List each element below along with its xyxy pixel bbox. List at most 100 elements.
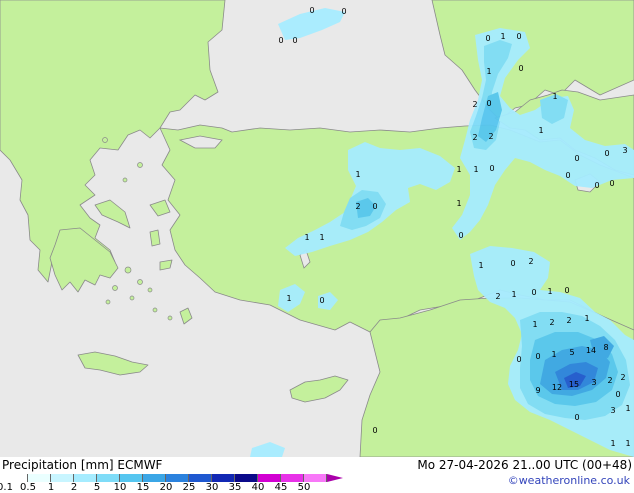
precip-value-label: 1: [478, 261, 483, 270]
precip-value-label: 1: [456, 199, 461, 208]
precip-value-label: 1: [610, 439, 615, 448]
legend-swatch: [258, 474, 281, 482]
precip-value-label: 1: [304, 233, 309, 242]
island-5: [147, 287, 153, 293]
precip-value-label: 1: [584, 314, 589, 323]
precip-value-label: 0: [564, 286, 569, 295]
precip-value-label: 0: [574, 154, 579, 163]
legend-tick-label: 5: [93, 482, 101, 493]
precip-value-label: 2: [528, 257, 533, 266]
legend-colorbar: [5, 474, 343, 482]
island-3: [112, 285, 118, 291]
precip-value-label: 0: [458, 231, 463, 240]
precip-value-label: 1: [625, 439, 630, 448]
legend-tick-label: 45: [274, 482, 288, 493]
precip-value-label: 0: [609, 179, 614, 188]
precip-value-label: 2: [488, 132, 493, 141]
island-7: [152, 307, 158, 313]
precip-value-label: 2: [355, 202, 360, 211]
legend-tick-label: 50: [297, 482, 311, 493]
island-11: [122, 177, 128, 183]
legend-swatch: [120, 474, 143, 482]
island-6: [105, 299, 111, 305]
precip-value-label: 3: [591, 378, 596, 387]
precip-value-label: 0: [518, 64, 523, 73]
precip-value-label: 1: [538, 126, 543, 135]
island-9: [102, 137, 108, 143]
precip-value-label: 2: [549, 318, 554, 327]
precip-value-label: 0: [615, 390, 620, 399]
precip-value-label: 0: [341, 7, 346, 16]
precip-value-label: 2: [607, 376, 612, 385]
island-10: [137, 162, 143, 168]
precip-value-label: 1: [547, 287, 552, 296]
island-1: [124, 266, 132, 274]
map-title: Precipitation [mm] ECMWF: [2, 458, 163, 472]
legend-swatch: [5, 474, 28, 482]
legend-tick-label: 15: [136, 482, 150, 493]
legend-swatch: [304, 474, 327, 482]
precip-value-label: 2: [566, 316, 571, 325]
legend-swatch: [28, 474, 51, 482]
precip-value-label: 0: [594, 181, 599, 190]
legend-swatch: [51, 474, 74, 482]
credit-link[interactable]: ©weatheronline.co.uk: [508, 474, 630, 487]
footer: Precipitation [mm] ECMWF Mo 27-04-2026 2…: [0, 457, 634, 493]
precip-value-label: 0: [516, 32, 521, 41]
precip-value-label: 1: [552, 92, 557, 101]
precip-value-label: 1: [286, 294, 291, 303]
precip-value-label: 0: [565, 171, 570, 180]
map-canvas: 0 00 0 0 1 01 02 0112 20 301 1 01 00 012 01 1 01 0 22 1 0 1 01…: [0, 0, 634, 457]
legend-swatch: [97, 474, 120, 482]
legend-tick-label: 0.1: [0, 482, 13, 493]
precip-value-label: 0: [574, 413, 579, 422]
precip-value-label: 0: [531, 288, 536, 297]
island-2: [137, 279, 143, 285]
precip-value-label: 2: [620, 373, 625, 382]
legend-tick-label: 25: [182, 482, 196, 493]
precip-value-label: 2: [472, 133, 477, 142]
precip-value-label: 3: [622, 146, 627, 155]
precip-value-label: 0: [516, 355, 521, 364]
precip-value-label: 14: [586, 346, 596, 355]
precip-value-label: 1: [532, 320, 537, 329]
land-chios: [149, 229, 161, 247]
legend-swatch: [212, 474, 235, 482]
precipitation-map: 0000010102011220301101000120110102210101…: [0, 0, 634, 457]
legend-tick-label: 20: [159, 482, 173, 493]
legend-tick-label: 1: [47, 482, 55, 493]
precip-value-label: 0: [372, 202, 377, 211]
legend-tick-label: 35: [228, 482, 242, 493]
precip-value-label: 0: [535, 352, 540, 361]
precip-value-label: 1: [511, 290, 516, 299]
legend-tick-label: 0.5: [20, 482, 36, 493]
precip-value-label: 1: [625, 404, 630, 413]
island-8: [167, 315, 173, 321]
precip-value-label: 0: [278, 36, 283, 45]
precip-value-label: 0: [510, 259, 515, 268]
precip-value-label: 0: [292, 36, 297, 45]
precip-value-label: 1: [355, 170, 360, 179]
precip-value-label: 0: [309, 6, 314, 15]
precip-value-label: 1: [319, 233, 324, 242]
precip-value-label: 1: [551, 350, 556, 359]
legend-swatch: [74, 474, 97, 482]
island-4: [129, 295, 135, 301]
legend-swatch: [281, 474, 304, 482]
legend-swatch: [143, 474, 166, 482]
precip-value-label: 0: [486, 99, 491, 108]
legend-swatch: [166, 474, 189, 482]
precip-value-label: 2: [495, 292, 500, 301]
precip-value-label: 1: [456, 165, 461, 174]
precip-value-label: 0: [604, 149, 609, 158]
legend-tick-label: 10: [113, 482, 127, 493]
precip-value-label: 0: [489, 164, 494, 173]
precip-value-label: 15: [569, 380, 579, 389]
legend-swatch: [235, 474, 258, 482]
legend-tick-label: 2: [70, 482, 78, 493]
precip-value-label: 9: [535, 386, 540, 395]
legend-swatch: [189, 474, 212, 482]
precip-value-label: 1: [486, 67, 491, 76]
precip-value-label: 3: [610, 406, 615, 415]
precip-value-label: 12: [552, 383, 562, 392]
